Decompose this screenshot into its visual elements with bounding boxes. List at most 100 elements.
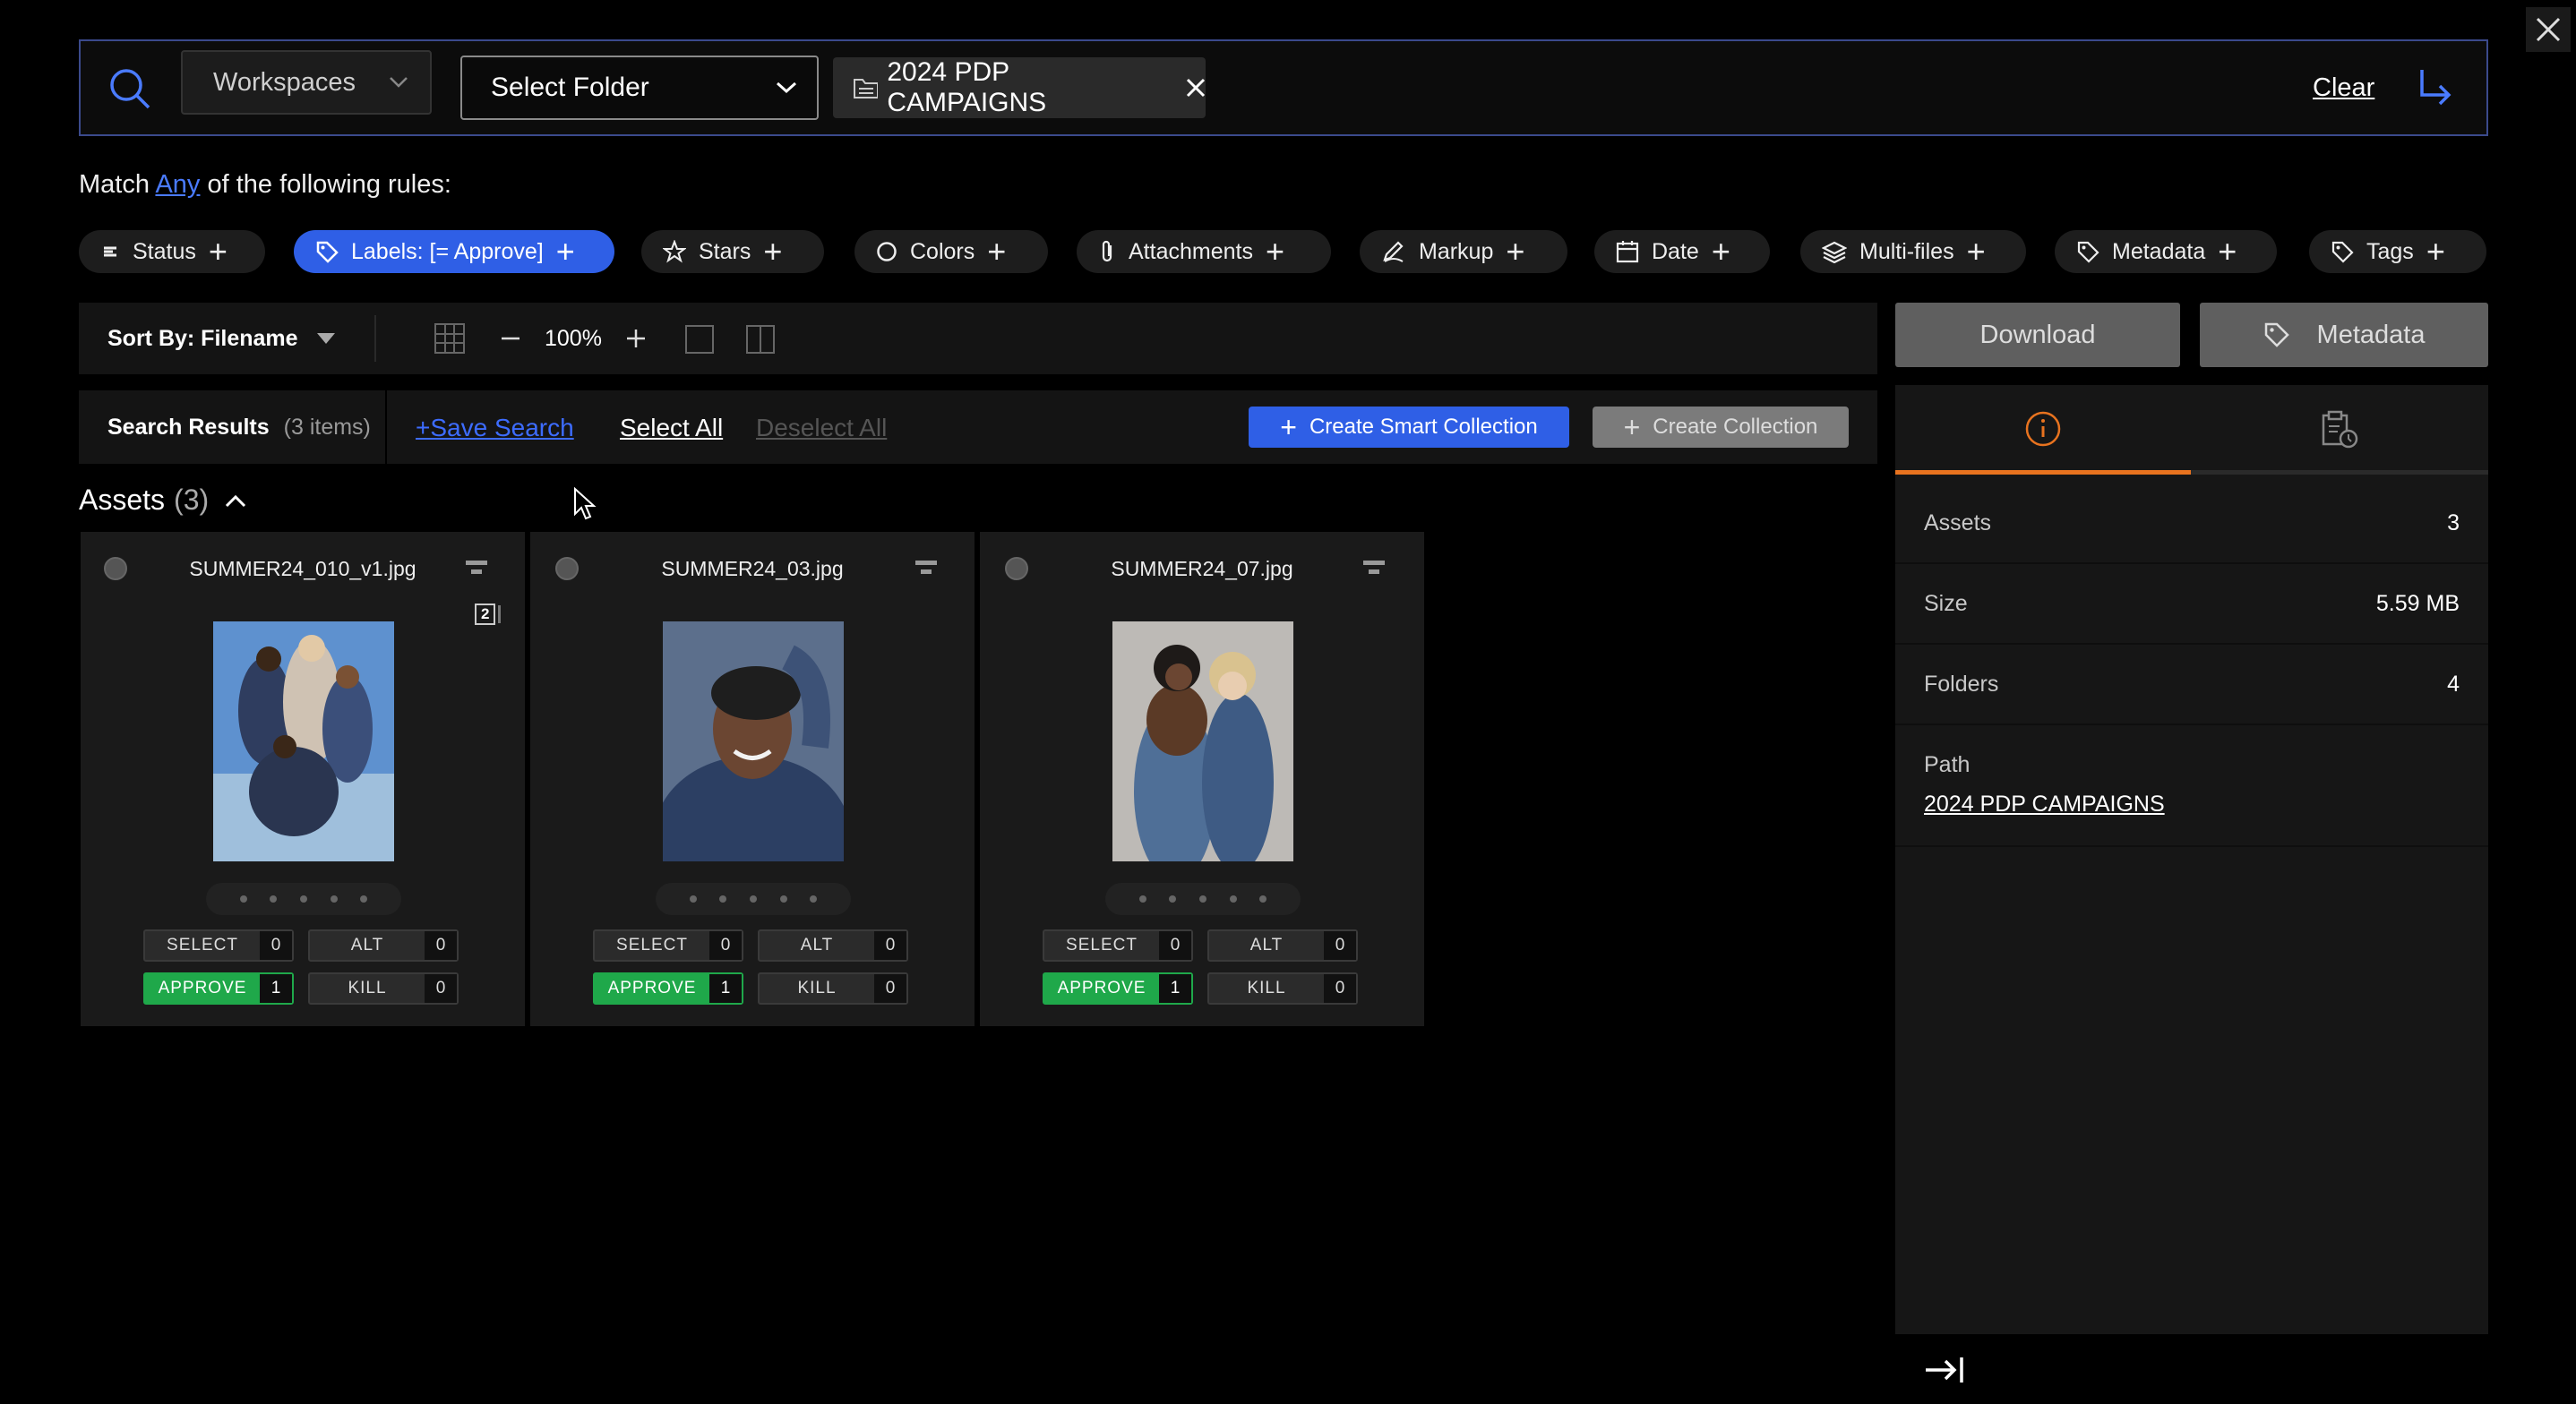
approve-vote-button[interactable]: APPROVE 1 <box>143 972 294 1005</box>
return-arrow-icon[interactable] <box>2413 64 2458 109</box>
multi-file-badge[interactable]: 2 <box>475 604 502 625</box>
rule-markup[interactable]: Markup + <box>1360 230 1567 273</box>
tab-activity[interactable] <box>2191 385 2488 475</box>
save-search-link[interactable]: +Save Search <box>416 414 574 442</box>
collapse-panel-icon[interactable] <box>1924 1354 1965 1386</box>
results-count: (3 items) <box>283 414 371 440</box>
metadata-button[interactable]: Metadata <box>2200 303 2488 367</box>
paperclip-icon <box>1102 240 1112 262</box>
plus-icon[interactable]: + <box>556 235 575 268</box>
workspaces-dropdown[interactable]: Workspaces <box>181 50 432 115</box>
asset-card[interactable]: SUMMER24_03.jpg SELECT 0 ALT 0 APPROVE 1 KI… <box>530 532 975 1026</box>
kill-vote-button[interactable]: KILL 0 <box>1207 972 1358 1005</box>
tab-info[interactable] <box>1895 385 2191 475</box>
asset-card[interactable]: SUMMER24_010_v1.jpg 2 SELECT 0 ALT 0 APPRO… <box>81 532 525 1026</box>
star-dot[interactable] <box>1229 895 1237 903</box>
star-dot[interactable] <box>1259 895 1267 903</box>
asset-thumbnail[interactable] <box>1112 621 1293 861</box>
sort-dropdown[interactable]: Sort By: Filename <box>107 303 336 374</box>
select-folder-dropdown[interactable]: Select Folder <box>460 56 819 120</box>
alt-vote-button[interactable]: ALT 0 <box>1207 929 1358 962</box>
create-collection-button[interactable]: + Create Collection <box>1593 407 1849 448</box>
plus-icon[interactable]: + <box>2426 235 2445 268</box>
tag-icon <box>2077 241 2099 263</box>
search-icon[interactable] <box>107 66 152 111</box>
star-dot[interactable] <box>1169 895 1177 903</box>
star-dot[interactable] <box>1198 895 1206 903</box>
assets-label: Assets <box>79 484 166 516</box>
select-vote-button[interactable]: SELECT 0 <box>1043 929 1193 962</box>
select-vote-button[interactable]: SELECT 0 <box>143 929 294 962</box>
select-vote-label: SELECT <box>616 936 688 955</box>
single-view-icon[interactable] <box>684 324 715 355</box>
kill-vote-button[interactable]: KILL 0 <box>308 972 459 1005</box>
asset-thumbnail[interactable] <box>663 621 844 861</box>
close-icon[interactable] <box>1185 77 1206 98</box>
menu-icon[interactable] <box>1361 559 1387 578</box>
rule-metadata[interactable]: Metadata + <box>2055 230 2277 273</box>
deselect-all-link[interactable]: Deselect All <box>756 414 887 442</box>
rule-tags[interactable]: Tags + <box>2309 230 2486 273</box>
rule-labels[interactable]: Labels: [= Approve] + <box>294 230 614 273</box>
star-dot[interactable] <box>299 895 307 903</box>
rules-any-link[interactable]: Any <box>155 170 200 199</box>
path-link[interactable]: 2024 PDP CAMPAIGNS <box>1924 792 2165 818</box>
star-dot[interactable] <box>360 895 368 903</box>
star-rating[interactable] <box>656 883 851 915</box>
rule-attachments[interactable]: Attachments + <box>1077 230 1331 273</box>
star-dot[interactable] <box>749 895 757 903</box>
plus-icon[interactable]: + <box>763 235 782 268</box>
star-rating[interactable] <box>206 883 401 915</box>
star-rating[interactable] <box>1105 883 1301 915</box>
create-smart-collection-button[interactable]: + Create Smart Collection <box>1249 407 1569 448</box>
star-dot[interactable] <box>689 895 697 903</box>
plus-icon[interactable]: + <box>209 235 228 268</box>
plus-icon[interactable]: + <box>1266 235 1284 268</box>
download-label: Download <box>1979 320 2096 349</box>
assets-header[interactable]: Assets (3) <box>79 484 246 517</box>
alt-vote-count: 0 <box>1324 931 1356 960</box>
size-row-value: 5.59 MB <box>2375 590 2460 616</box>
alt-vote-button[interactable]: ALT 0 <box>308 929 459 962</box>
star-dot[interactable] <box>1138 895 1146 903</box>
zoom-out-icon[interactable] <box>500 328 521 349</box>
approve-vote-button[interactable]: APPROVE 1 <box>593 972 743 1005</box>
star-dot[interactable] <box>719 895 727 903</box>
grid-view-icon[interactable] <box>434 322 466 355</box>
plus-icon[interactable]: + <box>1506 235 1524 268</box>
menu-icon[interactable] <box>464 559 489 578</box>
select-vote-label: SELECT <box>167 936 238 955</box>
rule-colors[interactable]: Colors + <box>854 230 1048 273</box>
rule-multi-files[interactable]: Multi-files + <box>1800 230 2026 273</box>
star-dot[interactable] <box>779 895 787 903</box>
menu-icon[interactable] <box>914 559 939 578</box>
select-vote-button[interactable]: SELECT 0 <box>593 929 743 962</box>
plus-icon[interactable]: + <box>1712 235 1730 268</box>
star-dot[interactable] <box>330 895 338 903</box>
download-button[interactable]: Download <box>1895 303 2180 367</box>
zoom-in-icon[interactable] <box>625 328 647 349</box>
asset-thumbnail[interactable] <box>213 621 394 861</box>
chevron-up-icon[interactable] <box>225 493 246 508</box>
star-dot[interactable] <box>270 895 278 903</box>
clear-link[interactable]: Clear <box>2313 73 2374 103</box>
split-view-icon[interactable] <box>745 324 776 355</box>
close-icon[interactable] <box>2526 7 2571 52</box>
select-all-link[interactable]: Select All <box>620 414 723 442</box>
plus-icon[interactable]: + <box>2218 235 2237 268</box>
badge-count: 2 <box>475 604 496 625</box>
alt-vote-button[interactable]: ALT 0 <box>758 929 908 962</box>
rule-date[interactable]: Date + <box>1594 230 1770 273</box>
star-dot[interactable] <box>239 895 247 903</box>
rule-stars[interactable]: Stars + <box>641 230 824 273</box>
rule-stars-label: Stars <box>699 238 751 264</box>
star-dot[interactable] <box>810 895 818 903</box>
folder-chip-label: 2024 PDP CAMPAIGNS <box>887 57 1047 117</box>
rule-status[interactable]: Status + <box>79 230 265 273</box>
approve-vote-label: APPROVE <box>607 979 697 997</box>
plus-icon[interactable]: + <box>987 235 1006 268</box>
kill-vote-button[interactable]: KILL 0 <box>758 972 908 1005</box>
approve-vote-button[interactable]: APPROVE 1 <box>1043 972 1193 1005</box>
plus-icon[interactable]: + <box>1967 235 1986 268</box>
asset-card[interactable]: SUMMER24_07.jpg SELECT 0 ALT 0 APPROVE 1 KI… <box>980 532 1424 1026</box>
